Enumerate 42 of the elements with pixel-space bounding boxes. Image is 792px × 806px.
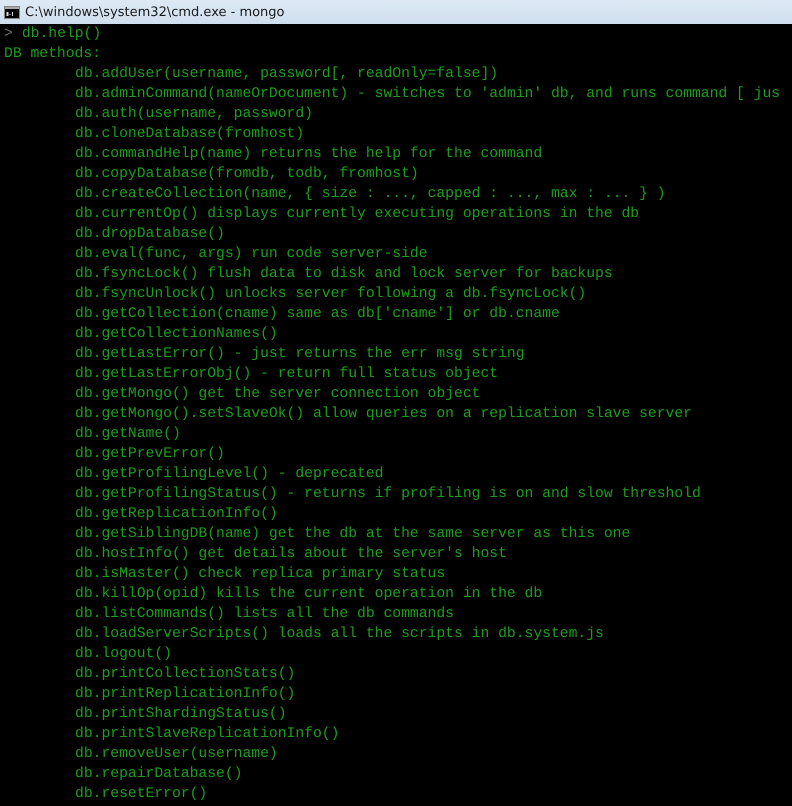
output-line: db.fsyncUnlock() unlocks server following a db.fsyncLock() [74, 285, 586, 304]
output-line: db.getSiblingDB(name) get the db at the same server as this one [74, 525, 630, 544]
output-line: db.copyDatabase(fromdb, todb, fromhost) [74, 165, 419, 184]
output-line: db.cloneDatabase(fromhost) [74, 125, 304, 144]
output-line: db.addUser(username, password[, readOnly=false]) [74, 65, 498, 84]
output-line: db.getMongo() get the server connection object [74, 385, 480, 404]
output-line: db.getLastError() - just returns the err msg string [74, 345, 525, 364]
output-line: db.removeUser(username) [74, 745, 278, 764]
output-line: db.getName() [74, 425, 181, 444]
output-line: db.getCollectionNames() [74, 325, 278, 344]
output-line: db.printCollectionStats() [74, 665, 296, 684]
output-line: db.printReplicationInfo() [74, 685, 296, 704]
output-line: db.getLastErrorObj() - return full status object [74, 365, 498, 384]
output-line: db.logout() [74, 645, 172, 664]
output-heading: DB methods: [4, 45, 101, 64]
output-line: db.dropDatabase() [74, 225, 225, 244]
output-line: db.resetError() [74, 785, 208, 804]
output-line: db.getProfilingLevel() - deprecated [74, 465, 384, 484]
output-line: db.currentOp() displays currently executing operations in the db [74, 205, 640, 224]
output-line: db.eval(func, args) run code server-side [74, 245, 428, 264]
output-line: db.printSlaveReplicationInfo() [74, 725, 340, 744]
output-line: db.isMaster() check replica primary status [74, 565, 446, 584]
output-line: db.loadServerScripts() loads all the scripts in db.system.js [74, 625, 604, 644]
output-line: db.getProfilingStatus() - returns if profiling is on and slow threshold [74, 485, 701, 504]
command-text: db.help() [22, 25, 102, 44]
output-line: db.commandHelp(name) returns the help for the command [74, 145, 542, 164]
prompt-symbol: > [4, 25, 13, 44]
output-line: db.repairDatabase() [74, 765, 242, 784]
output-line: db.killOp(opid) kills the current operation in the db [74, 585, 542, 604]
output-line: db.hostInfo() get details about the server's host [74, 545, 507, 564]
output-line: db.getPrevError() [74, 445, 225, 464]
output-line: db.getReplicationInfo() [74, 505, 278, 524]
output-line: db.fsyncLock() flush data to disk and lock server for backups [74, 265, 613, 284]
output-line: db.adminCommand(nameOrDocument) - switches to 'admin' db, and runs command [ jus [74, 85, 780, 104]
output-line: db.printShardingStatus() [74, 705, 287, 724]
output-line: db.getMongo().setSlaveOk() allow queries on a replication slave server [74, 405, 692, 424]
output-line: db.listCommands() lists all the db commands [74, 605, 454, 624]
output-line: db.auth(username, password) [74, 105, 313, 124]
window-title: C:\windows\system32\cmd.exe - mongo [25, 4, 285, 20]
output-line: db.getCollection(cname) same as db['cname'] or db.cname [74, 305, 560, 324]
output-line: db.createCollection(name, { size : ..., capped : ..., max : ... } ) [74, 185, 666, 204]
console-icon [4, 6, 20, 18]
